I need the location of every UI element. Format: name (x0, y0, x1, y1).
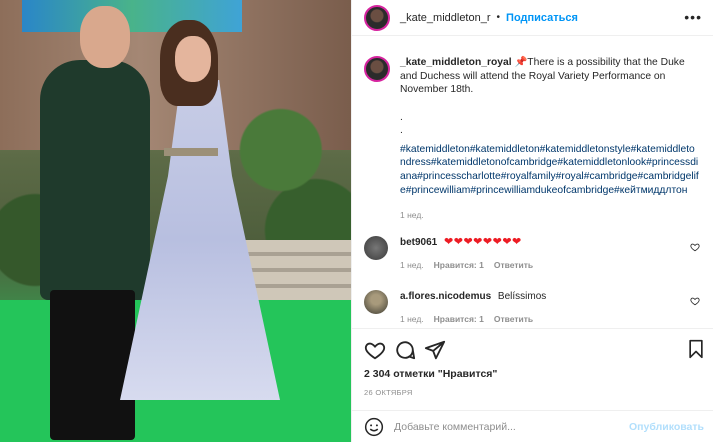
smiley-icon[interactable] (364, 417, 384, 437)
caption-hashtags[interactable]: #katemiddleton#katemiddleton#katemiddlet… (400, 143, 700, 197)
comment-bubble-icon[interactable] (394, 339, 416, 361)
heart-outline-icon[interactable] (364, 339, 386, 361)
follow-button[interactable]: Подписаться (506, 12, 578, 24)
more-options-icon[interactable]: ••• (684, 9, 702, 25)
caption-author-avatar[interactable] (364, 56, 390, 82)
author-avatar[interactable] (364, 4, 390, 31)
add-comment-bar: Добавьте комментарий... Опубликовать (352, 410, 713, 442)
post-actions-bar (352, 328, 713, 370)
paper-plane-icon[interactable] (424, 339, 446, 361)
comment-item: bet9061 ❤❤❤❤❤❤❤❤ 1 нед. Нравится: 1 Отве… (364, 236, 704, 272)
commenter-username[interactable]: a.flores.nicodemus (400, 291, 491, 302)
small-heart-icon[interactable] (690, 296, 700, 306)
comment-timestamp[interactable]: 1 нед. (400, 259, 424, 272)
caption-dot: . (400, 124, 403, 136)
comment-text: ❤❤❤❤❤❤❤❤ (444, 236, 522, 248)
post-caption: _kate_middleton_royal 📌There is a possib… (364, 56, 704, 223)
comment-text: Belíssimos (497, 291, 547, 302)
caption-dot: . (400, 111, 403, 123)
comment-likes-count[interactable]: Нравится: 1 (434, 313, 484, 326)
publish-button[interactable]: Опубликовать (629, 421, 704, 433)
post-date[interactable]: 26 ОКТЯБРЯ (364, 388, 413, 397)
post-side-panel: _kate_middleton_r • Подписаться ••• _kat… (351, 0, 713, 442)
post-photo[interactable] (0, 0, 351, 442)
comment-timestamp[interactable]: 1 нед. (400, 313, 424, 326)
header-separator: • (496, 12, 501, 23)
comment-likes-count[interactable]: Нравится: 1 (434, 259, 484, 272)
commenter-avatar[interactable] (364, 236, 388, 260)
reply-button[interactable]: Ответить (494, 259, 533, 272)
commenter-avatar[interactable] (364, 290, 388, 314)
commenter-username[interactable]: bet9061 (400, 237, 437, 248)
author-username[interactable]: _kate_middleton_r (400, 12, 491, 24)
post-header: _kate_middleton_r • Подписаться ••• (352, 0, 713, 36)
caption-timestamp[interactable]: 1 нед. (400, 209, 700, 223)
small-heart-icon[interactable] (690, 242, 700, 252)
photo-woman-figure (120, 20, 280, 400)
caption-username[interactable]: _kate_middleton_royal (400, 57, 512, 68)
comment-item: a.flores.nicodemus Belíssimos 1 нед. Нра… (364, 290, 704, 326)
pin-icon: 📌 (514, 57, 528, 68)
comment-input[interactable]: Добавьте комментарий... (394, 421, 516, 433)
bookmark-icon[interactable] (686, 339, 706, 359)
reply-button[interactable]: Ответить (494, 313, 533, 326)
likes-count[interactable]: 2 304 отметки "Нравится" (364, 368, 497, 380)
